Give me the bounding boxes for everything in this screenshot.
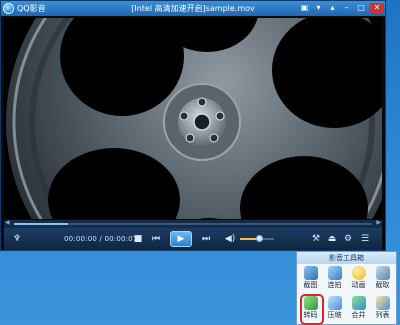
merge-icon <box>351 296 366 310</box>
tool-clip[interactable]: 截取 <box>371 265 394 293</box>
tool-label: 列表 <box>375 311 390 319</box>
settings-icon[interactable]: ⚙ <box>342 228 354 250</box>
seek-bar[interactable]: ◀ ▶ <box>4 219 382 228</box>
tool-compress[interactable]: 压缩 <box>323 295 346 323</box>
film-reel-frame <box>4 18 382 219</box>
seek-right-icon[interactable]: ▶ <box>376 219 381 226</box>
minimize-icon[interactable]: – <box>341 3 352 13</box>
tools-panel-title: 影音工具箱 <box>297 252 396 264</box>
skin-icon[interactable]: ▣ <box>299 3 310 13</box>
compress-icon <box>327 296 342 310</box>
screenshot-icon <box>303 266 318 280</box>
burst-icon <box>327 266 342 280</box>
eject-icon[interactable]: ⏏ <box>326 228 338 250</box>
video-area[interactable] <box>4 18 382 219</box>
tools-icon[interactable]: ⚒ <box>310 228 322 250</box>
tool-label: 截图 <box>303 281 318 289</box>
volume-knob[interactable] <box>255 235 263 242</box>
tool-merge[interactable]: 合并 <box>347 295 370 323</box>
animation-icon <box>351 266 366 280</box>
tool-label: 合并 <box>351 311 366 319</box>
stop-icon[interactable]: ■ <box>132 228 144 250</box>
tool-animation[interactable]: 动画 <box>347 265 370 293</box>
tool-list[interactable]: 列表 <box>371 295 394 323</box>
control-bar: ♆ 00:00:00 / 00:00:07 ■ ⏮ ▶ ⏭ ◀) ⚒ ⏏ ⚙ ☰ <box>4 228 382 250</box>
tool-label: 压缩 <box>327 311 342 319</box>
list-icon <box>375 296 390 310</box>
tool-label: 动画 <box>351 281 366 289</box>
volume-icon[interactable]: ◀) <box>224 228 236 250</box>
seek-left-icon[interactable]: ◀ <box>5 219 10 226</box>
next-icon[interactable]: ⏭ <box>200 228 212 250</box>
previous-icon[interactable]: ⏮ <box>150 228 162 250</box>
equalizer-icon[interactable]: ♆ <box>10 228 24 250</box>
seek-track[interactable] <box>14 223 372 225</box>
title-bar[interactable]: QQ影音 [Intel 高清加速开启]sample.mov ▣ ▾ ▴ – □ … <box>1 1 385 16</box>
time-display: 00:00:00 / 00:00:07 <box>64 235 138 243</box>
play-button[interactable]: ▶ <box>170 231 192 247</box>
tool-label: 连拍 <box>327 281 342 289</box>
maximize-icon[interactable]: □ <box>355 3 367 13</box>
volume-slider[interactable] <box>240 235 274 242</box>
close-icon[interactable]: ✕ <box>370 3 384 13</box>
clip-icon <box>375 266 390 280</box>
menu-icon[interactable]: ▾ <box>313 3 324 13</box>
player-window: QQ影音 [Intel 高清加速开启]sample.mov ▣ ▾ ▴ – □ … <box>0 0 386 251</box>
tool-label: 截取 <box>375 281 390 289</box>
playlist-icon[interactable]: ☰ <box>358 228 372 250</box>
pin-icon[interactable]: ▴ <box>327 3 338 13</box>
transcode-highlight-box <box>300 294 324 325</box>
tool-screenshot[interactable]: 截图 <box>299 265 322 293</box>
tool-burst[interactable]: 连拍 <box>323 265 346 293</box>
seek-progress <box>14 223 68 225</box>
